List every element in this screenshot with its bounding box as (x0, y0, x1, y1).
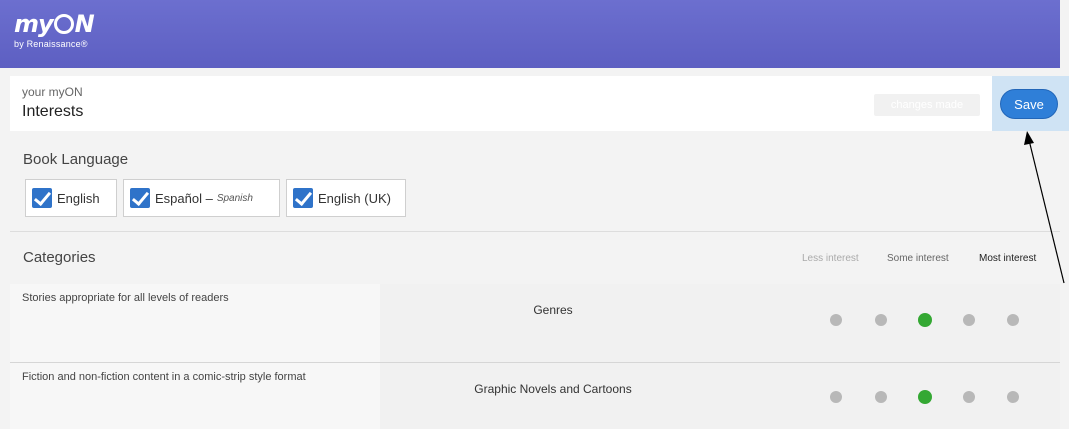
save-zone: Save (992, 76, 1069, 131)
interest-level-4[interactable] (963, 314, 975, 326)
logo-text-my: my (14, 10, 54, 38)
category-description: Stories appropriate for all levels of re… (22, 292, 229, 304)
category-row-genres: Stories appropriate for all levels of re… (10, 284, 1060, 362)
language-option-english[interactable]: English (25, 179, 117, 217)
category-description-cell: Fiction and non-fiction content in a com… (10, 363, 380, 429)
header-kicker: your myON (22, 85, 83, 99)
changes-made-indicator: changes made (874, 94, 980, 116)
interest-level-5[interactable] (1007, 391, 1019, 403)
interest-level-5[interactable] (1007, 314, 1019, 326)
language-option-spanish[interactable]: Español – Spanish (123, 179, 280, 217)
scale-label-less: Less interest (802, 253, 859, 264)
logo-tagline: by Renaissance® (14, 39, 88, 49)
category-row-graphic-novels: Fiction and non-fiction content in a com… (10, 363, 1060, 429)
myon-logo[interactable]: my N by Renaissance® (14, 10, 95, 49)
language-label: Español – (155, 190, 213, 206)
language-label: English (57, 190, 100, 206)
save-button[interactable]: Save (1000, 89, 1058, 119)
language-option-english-uk[interactable]: English (UK) (286, 179, 406, 217)
categories-heading: Categories (23, 249, 96, 266)
logo-o-mark (53, 14, 74, 34)
category-name: Graphic Novels and Cartoons (474, 382, 632, 396)
scale-label-most: Most interest (979, 253, 1037, 264)
interest-level-1[interactable] (830, 314, 842, 326)
checkbox-checked-icon[interactable] (32, 188, 52, 208)
page-title: Interests (22, 103, 84, 120)
interest-level-1[interactable] (830, 391, 842, 403)
scale-label-some: Some interest (887, 253, 949, 264)
category-name: Genres (533, 303, 573, 317)
category-description: Fiction and non-fiction content in a com… (22, 371, 306, 383)
language-label: English (UK) (318, 190, 391, 206)
interest-level-2[interactable] (875, 314, 887, 326)
interest-level-3-selected[interactable] (918, 313, 932, 327)
checkbox-checked-icon[interactable] (130, 188, 150, 208)
interest-level-3-selected[interactable] (918, 390, 932, 404)
interest-level-2[interactable] (875, 391, 887, 403)
book-language-heading: Book Language (23, 151, 129, 168)
page-header: your myON Interests changes made Save (10, 76, 1069, 131)
checkbox-checked-icon[interactable] (293, 188, 313, 208)
section-divider (10, 231, 1060, 232)
top-brand-bar: my N by Renaissance® (0, 0, 1060, 68)
category-description-cell: Stories appropriate for all levels of re… (10, 284, 380, 362)
logo-text-n: N (74, 10, 95, 38)
language-sublabel: Spanish (216, 192, 253, 204)
interest-level-4[interactable] (963, 391, 975, 403)
